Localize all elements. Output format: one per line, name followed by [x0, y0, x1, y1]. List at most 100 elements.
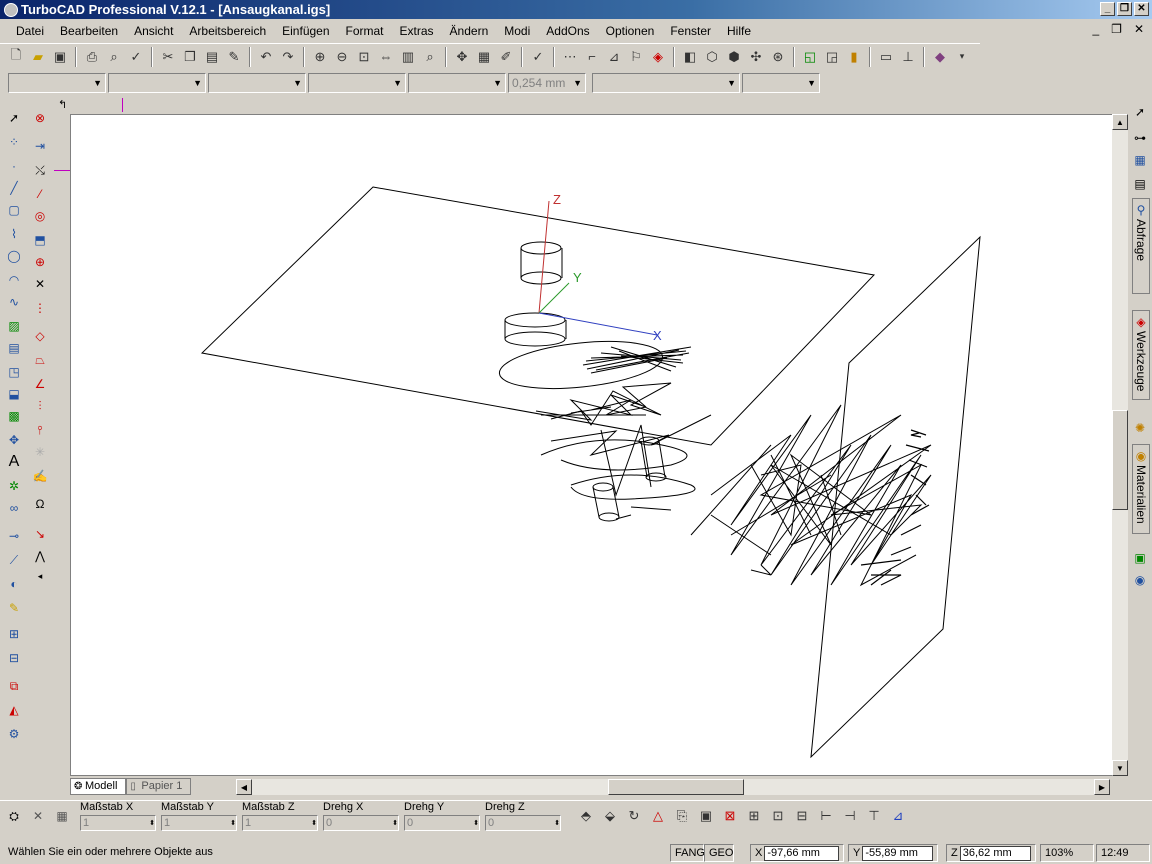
library-icon[interactable]: ◆	[930, 47, 950, 67]
z-coordinate-input[interactable]: 36,62 mm	[959, 845, 1031, 861]
y-coordinate-input[interactable]: -55,89 mm	[862, 845, 933, 861]
line-tool-icon[interactable]: ╱	[4, 178, 24, 198]
scroll-down-arrow-icon[interactable]: ▼	[1112, 760, 1128, 776]
material-icon[interactable]: ◈	[648, 47, 668, 67]
tab-papier-1[interactable]: ▯ Papier 1	[126, 777, 192, 795]
snap-quadrant-icon[interactable]: ⬒	[30, 230, 50, 250]
menu-optionen[interactable]: Optionen	[598, 24, 663, 38]
snap-multi-icon[interactable]: ✳	[30, 442, 50, 462]
polyline-tool-icon[interactable]: ⌇	[4, 224, 24, 244]
selection-info-icon[interactable]: ▦	[474, 47, 494, 67]
line-width-combo[interactable]: 0,254 mm ▼	[508, 73, 586, 93]
menu-bearbeiten[interactable]: Bearbeiten	[52, 24, 126, 38]
inspector-mirror-icon[interactable]: △	[648, 806, 668, 826]
inspector-align-icon[interactable]: ⊞	[744, 806, 764, 826]
zoom-page-icon[interactable]: ▥	[398, 47, 418, 67]
copy-icon[interactable]: ❐	[180, 47, 200, 67]
scale-x-input[interactable]: 1 ⬍	[80, 815, 156, 831]
toolbar-options-icon[interactable]: ▾	[952, 47, 972, 67]
shape-tool-icon[interactable]: ◐	[4, 574, 24, 594]
palette-icon[interactable]: ✺	[1130, 418, 1150, 438]
snap-relative-icon[interactable]: ↘	[30, 524, 50, 544]
edit-tool-icon[interactable]: ✎	[4, 598, 24, 618]
properties-panel-icon[interactable]: ▦	[1130, 150, 1150, 170]
inspector-rotate-icon[interactable]: ⬙	[600, 806, 620, 826]
arc-tool-icon[interactable]: ◠	[4, 270, 24, 290]
menu-datei[interactable]: Datei	[8, 24, 52, 38]
copy-tool-icon[interactable]: ⧉	[4, 676, 24, 696]
print-icon[interactable]: ⎙	[82, 47, 102, 67]
box-3d-tool-icon[interactable]: ◳	[4, 362, 24, 382]
page-icon[interactable]: ▭	[876, 47, 896, 67]
close-button[interactable]: ✕	[1134, 2, 1149, 16]
snap-grid-icon[interactable]: ⋮	[30, 298, 50, 318]
snap-select-icon[interactable]: ⊗	[30, 108, 50, 128]
zoom-window-icon[interactable]: ⊡	[354, 47, 374, 67]
vertical-scrollbar[interactable]: ▲ ▼	[1112, 114, 1128, 776]
geo-status-button[interactable]: GEO	[704, 844, 734, 862]
scroll-right-arrow-icon[interactable]: ▶	[1094, 779, 1110, 795]
tab-materialien[interactable]: ◉ Materialien	[1132, 444, 1150, 534]
pattern-combo[interactable]: ▼	[408, 73, 506, 93]
rotation-x-input[interactable]: 0 ⬍	[323, 815, 399, 831]
inspector-reference-icon[interactable]: ⊠	[720, 806, 740, 826]
snap-tool-icon[interactable]: ⊿	[604, 47, 624, 67]
move-tool-icon[interactable]: ✥	[4, 430, 24, 450]
snap-draw-icon[interactable]: ✍	[30, 466, 50, 486]
grid-icon[interactable]: ⋯	[560, 47, 580, 67]
menu-hilfe[interactable]: Hilfe	[719, 24, 759, 38]
inspector-snap-icon[interactable]: ⊡	[768, 806, 788, 826]
select-panel-icon[interactable]: ➚	[1130, 102, 1150, 122]
dimension-tool-icon[interactable]: ∞	[4, 498, 24, 518]
view-top-icon[interactable]: ⬢	[724, 47, 744, 67]
menu-fenster[interactable]: Fenster	[662, 24, 719, 38]
render-icon[interactable]: ⚐	[626, 47, 646, 67]
cut-icon[interactable]: ✂	[158, 47, 178, 67]
inspector-cancel-icon[interactable]: ✕	[28, 806, 48, 826]
inspector-array-icon[interactable]: ⊟	[792, 806, 812, 826]
inspector-copy-icon[interactable]: ⎘	[672, 806, 692, 826]
magnet-icon[interactable]: Ω	[30, 494, 50, 514]
snap-center-icon[interactable]: ◎	[30, 206, 50, 226]
inspector-scale-icon[interactable]: ↻	[624, 806, 644, 826]
format-painter-icon[interactable]: ✎	[224, 47, 244, 67]
scale-z-input[interactable]: 1 ⬍	[242, 815, 318, 831]
inspector-move-icon[interactable]: ⬘	[576, 806, 596, 826]
snap-nearest-icon[interactable]: ⤯	[30, 160, 50, 180]
curve-tool-icon[interactable]: ∿	[4, 292, 24, 312]
vertical-scroll-thumb[interactable]	[1112, 410, 1128, 510]
snap-middle-icon[interactable]: ⁄	[30, 184, 50, 204]
menu-aendern[interactable]: Ändern	[442, 24, 497, 38]
menu-extras[interactable]: Extras	[392, 24, 442, 38]
scale-y-input[interactable]: 1 ⬍	[161, 815, 237, 831]
menu-ansicht[interactable]: Ansicht	[126, 24, 181, 38]
block-icon[interactable]: ◲	[822, 47, 842, 67]
inspector-table-icon[interactable]: ▦	[52, 806, 72, 826]
inspector-path-icon[interactable]: ⊢	[816, 806, 836, 826]
inspector-tool-icon[interactable]: ⛭	[4, 806, 24, 826]
zoom-out-icon[interactable]: ⊖	[332, 47, 352, 67]
minimize-button[interactable]: _	[1100, 2, 1115, 16]
snap-fraction-icon[interactable]: ⫯	[30, 420, 50, 440]
text-size-combo[interactable]: ▼	[742, 73, 820, 93]
circle-tool-icon[interactable]: ◯	[4, 246, 24, 266]
hatch-tool-icon[interactable]: ▤	[4, 338, 24, 358]
line-point-icon[interactable]: ·	[4, 156, 24, 176]
pen-style-combo[interactable]: ▼	[208, 73, 306, 93]
solid-tool-icon[interactable]: ⬓	[4, 384, 24, 404]
menu-addons[interactable]: AddOns	[538, 24, 597, 38]
spellcheck-icon[interactable]: ✓	[126, 47, 146, 67]
tools-extra-icon[interactable]: ⚙	[4, 724, 24, 744]
zoom-level[interactable]: 103%	[1040, 844, 1094, 862]
render-panel-icon[interactable]: ▣	[1130, 548, 1150, 568]
snap-tangent-icon[interactable]: ⊕	[30, 252, 50, 272]
tree-panel-icon[interactable]: ⊶	[1130, 128, 1150, 148]
layer-combo[interactable]: ▼	[8, 73, 106, 93]
scroll-left-arrow-icon[interactable]: ◀	[236, 779, 252, 795]
snap-intersection-icon[interactable]: ✕	[30, 274, 50, 294]
tab-abfrage[interactable]: ⚲ Abfrage	[1132, 198, 1150, 294]
view-rotate-icon[interactable]: ✣	[746, 47, 766, 67]
app-icon[interactable]	[4, 2, 18, 17]
mdi-minimize-button[interactable]: _	[1092, 22, 1099, 36]
spelling-icon[interactable]: ✓	[528, 47, 548, 67]
